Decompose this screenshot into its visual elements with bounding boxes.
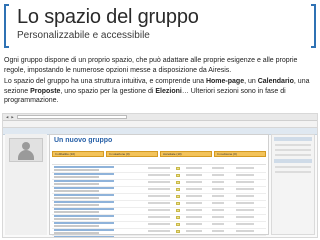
folder-icon <box>176 223 180 226</box>
folder-icon <box>176 202 180 205</box>
list-item <box>52 166 266 173</box>
right-sidebar <box>271 134 315 235</box>
list-item <box>52 173 266 180</box>
tab-in-votazione: In votazione (0) <box>106 151 158 157</box>
list-item <box>52 229 266 236</box>
address-bar <box>16 115 127 119</box>
list-item <box>52 187 266 194</box>
tab-accettate: Accettate (10) <box>160 151 212 157</box>
group-space-screenshot: ◀ ▶ Un nuovo gruppo In dibattito (10) In… <box>2 113 318 238</box>
bookmarks-bar <box>3 121 317 128</box>
folder-icon <box>176 209 180 212</box>
intro-paragraph: Ogni gruppo dispone di un proprio spazio… <box>4 57 298 74</box>
group-sidebar <box>5 134 47 235</box>
home-page-term: Home-page <box>205 78 245 85</box>
slide-subtitle: Personalizzabile e accessibile <box>17 30 150 41</box>
folder-icon <box>176 230 180 233</box>
list-item <box>52 201 266 208</box>
list-item <box>52 215 266 222</box>
list-item <box>52 236 266 238</box>
list-item <box>52 208 266 215</box>
list-item <box>52 222 266 229</box>
sub-tabs <box>52 159 266 165</box>
folder-icon <box>176 188 180 191</box>
folder-icon <box>176 174 180 177</box>
elezioni-term: Elezioni <box>155 87 182 95</box>
proposal-list <box>52 166 266 238</box>
proposte-term: Proposte <box>30 87 61 95</box>
group-title: Un nuovo gruppo <box>54 137 113 144</box>
folder-icon <box>176 237 180 238</box>
list-item <box>52 180 266 187</box>
proposal-tabs: In dibattito (10) In votazione (0) Accet… <box>52 151 266 157</box>
left-bracket-decoration <box>4 4 9 48</box>
folder-icon <box>176 216 180 219</box>
user-silhouette-icon <box>22 142 30 150</box>
tab-in-revisione: In revisione (0) <box>214 151 266 157</box>
group-main-panel: Un nuovo gruppo In dibattito (10) In vot… <box>49 134 269 238</box>
calendario-term: Calendario <box>257 78 294 85</box>
folder-icon <box>176 195 180 198</box>
list-item <box>52 194 266 201</box>
tab-in-dibattito: In dibattito (10) <box>52 151 104 157</box>
folder-icon <box>176 181 180 184</box>
slide-title: Lo spazio del gruppo <box>17 6 199 28</box>
forward-icon: ▶ <box>11 115 14 119</box>
group-avatar <box>9 138 43 162</box>
folder-icon <box>176 167 180 170</box>
back-icon: ◀ <box>6 115 9 119</box>
browser-toolbar: ◀ ▶ <box>3 114 317 121</box>
right-bracket-decoration <box>311 4 316 48</box>
structure-paragraph: Lo spazio del gruppo ha una struttura in… <box>4 78 310 104</box>
